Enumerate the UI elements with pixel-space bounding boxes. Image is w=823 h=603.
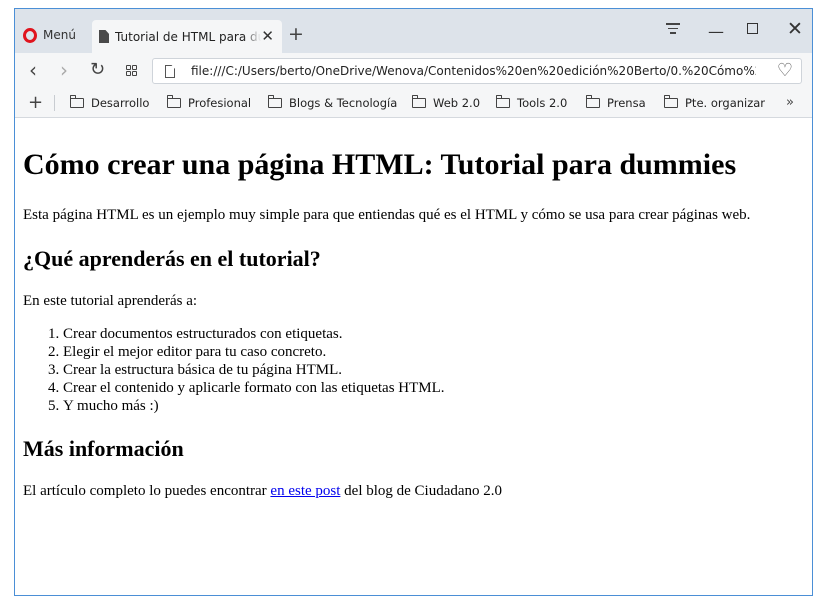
folder-icon xyxy=(663,95,678,108)
tiles-icon[interactable] xyxy=(126,65,137,76)
browser-window: Menú Tutorial de HTML para dummies ✕ + —… xyxy=(14,8,813,596)
menu-label: Menú xyxy=(43,28,76,42)
url-field[interactable]: file:///C:/Users/berto/OneDrive/Wenova/C… xyxy=(152,58,802,84)
page-content: Cómo crear una página HTML: Tutorial par… xyxy=(15,118,812,595)
page-icon xyxy=(165,65,175,78)
bookmark-label: Web 2.0 xyxy=(433,96,481,110)
bookmarks-bar: + Desarrollo Profesional Blogs & Tecnolo… xyxy=(15,89,812,118)
url-text[interactable]: file:///C:/Users/berto/OneDrive/Wenova/C… xyxy=(191,64,756,78)
folder-icon xyxy=(495,95,510,108)
document-icon xyxy=(99,30,109,43)
bookmark-label: Pte. organizar xyxy=(685,96,766,110)
tab-title: Tutorial de HTML para dummies xyxy=(115,29,261,44)
tab-close-icon[interactable]: ✕ xyxy=(261,27,274,45)
list-item: Crear la estructura básica de tu página … xyxy=(63,361,445,379)
opera-menu-button[interactable]: Menú xyxy=(23,25,76,45)
bookmark-profesional[interactable]: Profesional xyxy=(166,95,252,110)
folder-icon xyxy=(585,95,600,108)
folder-icon xyxy=(411,95,426,108)
bookmark-web-2[interactable]: Web 2.0 xyxy=(411,95,481,110)
post-link[interactable]: en este post xyxy=(270,483,340,499)
new-tab-plus-icon[interactable]: + xyxy=(288,23,304,45)
more-text-after: del blog de Ciudadano 2.0 xyxy=(340,483,503,499)
list-item: Elegir el mejor editor para tu caso conc… xyxy=(63,343,445,361)
maximize-icon[interactable] xyxy=(747,23,758,34)
more-info-paragraph: El artículo completo lo puedes encontrar… xyxy=(23,483,502,500)
reload-icon[interactable]: ↻ xyxy=(90,59,105,80)
easy-setup-icon[interactable] xyxy=(666,23,680,35)
lead-paragraph: En este tutorial aprenderás a: xyxy=(23,293,198,309)
list-item: Crear el contenido y aplicarle formato c… xyxy=(63,379,445,397)
more-text-before: El artículo completo lo puedes encontrar xyxy=(23,483,271,499)
bookmark-pte-organizar[interactable]: Pte. organizar xyxy=(663,95,766,110)
page-title: Cómo crear una página HTML: Tutorial par… xyxy=(23,148,737,181)
back-icon[interactable]: ‹ xyxy=(29,58,37,82)
bookmark-desarrollo[interactable]: Desarrollo xyxy=(69,95,150,110)
minimize-icon[interactable]: — xyxy=(708,22,724,41)
bookmark-label: Blogs & Tecnología xyxy=(289,96,398,110)
folder-icon xyxy=(69,95,84,108)
forward-icon[interactable]: › xyxy=(60,58,68,82)
opera-logo-icon xyxy=(23,27,37,43)
window-close-icon[interactable]: ✕ xyxy=(787,18,803,40)
bookmark-prensa[interactable]: Prensa xyxy=(585,95,646,110)
chevron-more-icon[interactable]: » xyxy=(786,95,794,110)
bookmark-label: Tools 2.0 xyxy=(517,96,568,110)
folder-icon xyxy=(166,95,181,108)
bookmark-label: Prensa xyxy=(607,96,646,110)
bookmark-label: Profesional xyxy=(188,96,252,110)
bookmark-label: Desarrollo xyxy=(91,96,150,110)
add-bookmark-plus-icon[interactable]: + xyxy=(28,92,43,113)
heart-icon[interactable]: ♡ xyxy=(777,60,793,81)
intro-paragraph: Esta página HTML es un ejemplo muy simpl… xyxy=(23,207,751,223)
list-item: Crear documentos estructurados con etiqu… xyxy=(63,325,445,343)
folder-icon xyxy=(267,95,282,108)
bookmarks-separator xyxy=(54,95,55,111)
bookmark-tools-2[interactable]: Tools 2.0 xyxy=(495,95,568,110)
address-bar: ‹ › ↻ file:///C:/Users/berto/OneDrive/We… xyxy=(15,53,812,89)
heading-more-info: Más información xyxy=(23,436,184,461)
learn-list: Crear documentos estructurados con etiqu… xyxy=(23,325,445,415)
tab-active[interactable]: Tutorial de HTML para dummies ✕ xyxy=(92,20,282,53)
tab-strip: Menú Tutorial de HTML para dummies ✕ + —… xyxy=(15,9,812,53)
bookmark-blogs-tecnologia[interactable]: Blogs & Tecnología xyxy=(267,95,398,110)
list-item: Y mucho más :) xyxy=(63,397,445,415)
heading-learn: ¿Qué aprenderás en el tutorial? xyxy=(23,246,321,271)
